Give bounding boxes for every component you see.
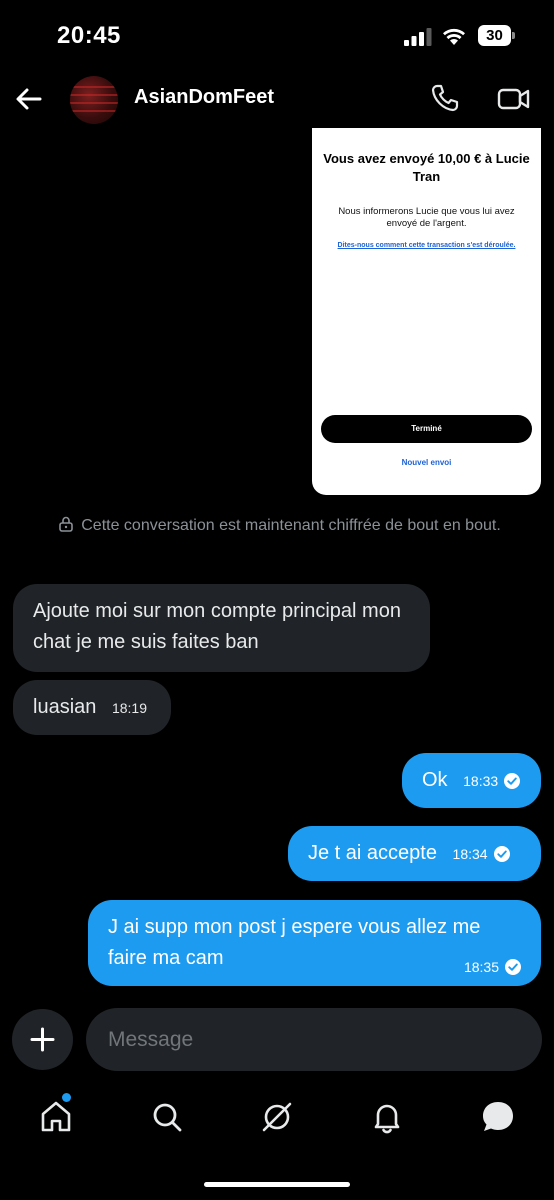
read-receipt-icon [504,773,521,789]
done-button: Terminé [321,415,532,443]
transaction-feedback-link: Dites-nous comment cette transaction s'e… [337,242,516,249]
grok-icon[interactable] [257,1097,297,1137]
home-icon[interactable] [36,1097,76,1137]
encryption-notice: Cette conversation est maintenant chiffr… [40,514,520,537]
video-call-icon[interactable] [497,84,531,114]
message-text: Je t ai accepte [308,842,437,864]
message-text: Ajoute moi sur mon compte principal mon … [33,600,401,653]
payment-confirmation-description: Nous informerons Lucie que vous lui avez… [338,206,515,229]
wifi-icon [443,28,465,45]
shared-screenshot-image[interactable]: Vous avez envoyé 10,00 € à Lucie Tran No… [312,128,541,495]
message-incoming[interactable]: Ajoute moi sur mon compte principal mon … [13,584,430,672]
status-time: 20:45 [57,22,121,49]
battery-tip [512,32,515,39]
message-timestamp: 18:33 [463,773,499,789]
search-icon[interactable] [147,1097,187,1137]
lock-icon [59,516,74,532]
message-input[interactable] [86,1008,542,1071]
avatar[interactable] [70,76,118,124]
contact-name[interactable]: AsianDomFeet [134,86,274,109]
message-timestamp: 18:34 [452,846,488,862]
messages-icon[interactable] [478,1097,518,1137]
encryption-notice-text: Cette conversation est maintenant chiffr… [81,517,501,534]
back-arrow-icon[interactable] [12,82,46,116]
add-attachment-button[interactable] [12,1009,73,1070]
message-outgoing[interactable]: J ai supp mon post j espere vous allez m… [88,900,541,986]
message-timestamp: 18:19 [111,700,147,716]
message-text: Ok [422,769,448,791]
message-outgoing[interactable]: Ok 18:33 [402,753,541,808]
message-timestamp: 18:35 [463,959,499,975]
conversation-header: AsianDomFeet [0,70,554,128]
read-receipt-icon [505,959,521,975]
message-incoming[interactable]: luasian 18:19 [13,680,171,735]
home-indicator [204,1182,350,1187]
message-text: luasian [33,696,97,718]
message-meta: 18:35 [464,957,521,976]
notification-dot [62,1093,71,1102]
status-bar: 20:45 30 [0,0,554,70]
battery-icon: 30 [478,25,515,46]
cellular-signal-icon [404,28,432,46]
read-receipt-icon [493,846,510,862]
message-outgoing[interactable]: Je t ai accepte 18:34 [288,826,541,881]
message-text: J ai supp mon post j espere vous allez m… [108,916,481,969]
plus-icon [30,1027,55,1052]
bottom-navigation [0,1085,554,1155]
battery-level: 30 [478,25,511,46]
payment-confirmation-title: Vous avez envoyé 10,00 € à Lucie Tran [323,151,530,184]
notifications-icon[interactable] [367,1097,407,1137]
new-send-link: Nouvel envoi [401,458,452,467]
phone-call-icon[interactable] [430,83,460,113]
